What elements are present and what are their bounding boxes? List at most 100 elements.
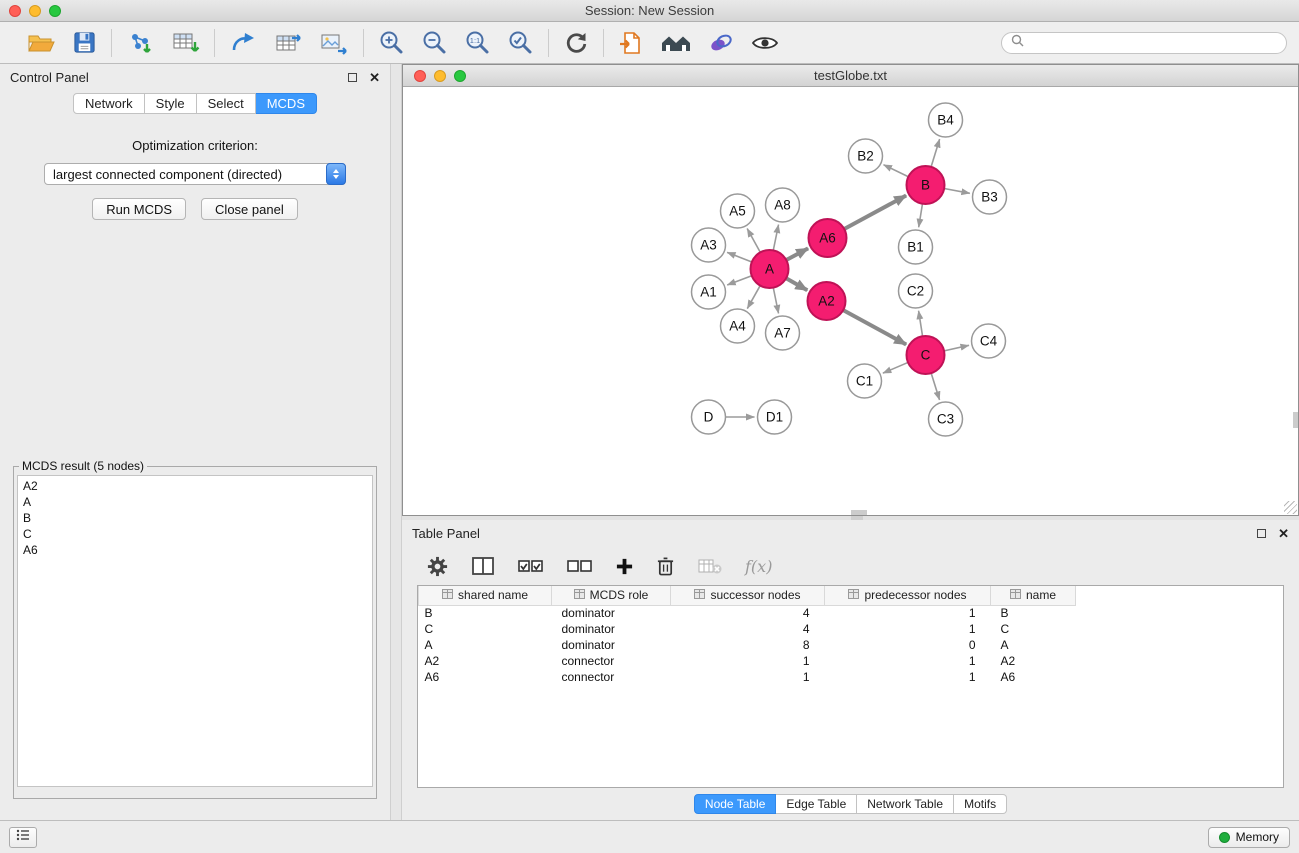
table-cell[interactable]: dominator — [552, 621, 671, 637]
edge-B-B3[interactable] — [944, 189, 970, 194]
table-cell[interactable]: connector — [552, 653, 671, 669]
edge-B-B4[interactable] — [931, 139, 940, 167]
tab-mcds[interactable]: MCDS — [256, 93, 317, 114]
mcds-result-list[interactable]: A2ABCA6 — [17, 475, 373, 787]
graph-node-C[interactable]: C — [907, 336, 945, 374]
delete-row-icon[interactable] — [656, 555, 675, 577]
graph-node-C3[interactable]: C3 — [929, 402, 963, 436]
zoom-in-icon[interactable] — [378, 29, 405, 56]
edge-C-C2[interactable] — [919, 311, 923, 336]
close-panel-icon[interactable]: ✕ — [369, 71, 380, 84]
function-builder-icon[interactable]: f(x) — [745, 557, 772, 576]
scrollbar-mark-bottom[interactable] — [851, 510, 867, 515]
table-cell[interactable]: 1 — [825, 621, 991, 637]
search-box[interactable] — [1001, 32, 1287, 54]
table-cell[interactable]: C — [419, 621, 552, 637]
graph-node-C4[interactable]: C4 — [972, 324, 1006, 358]
network-window-titlebar[interactable]: testGlobe.txt — [403, 65, 1298, 87]
table-cell[interactable]: B — [419, 605, 552, 621]
tab-style[interactable]: Style — [145, 93, 197, 114]
graph-node-A8[interactable]: A8 — [766, 188, 800, 222]
edge-A-A8[interactable] — [773, 225, 778, 251]
zoom-actual-icon[interactable]: 1:1 — [464, 29, 491, 56]
save-icon[interactable] — [72, 30, 97, 55]
close-window-button[interactable] — [9, 5, 21, 17]
deselect-all-icon[interactable] — [566, 556, 593, 576]
zoom-window-button[interactable] — [49, 5, 61, 17]
table-cell[interactable]: 1 — [671, 669, 825, 685]
table-row[interactable]: Bdominator41B — [419, 605, 1284, 621]
edge-A-A3[interactable] — [727, 252, 752, 262]
table-row[interactable]: Adominator80A — [419, 637, 1284, 653]
table-cell[interactable]: A6 — [419, 669, 552, 685]
edge-C-C4[interactable] — [944, 345, 969, 351]
graph-node-B2[interactable]: B2 — [849, 139, 883, 173]
edge-B-B2[interactable] — [884, 165, 909, 177]
tab-motifs[interactable]: Motifs — [954, 794, 1007, 814]
optimization-criterion-select[interactable]: largest connected component (directed) — [44, 163, 346, 185]
minimize-window-button[interactable] — [29, 5, 41, 17]
table-cell[interactable]: 0 — [825, 637, 991, 653]
table-row[interactable]: A6connector11A6 — [419, 669, 1284, 685]
graph-node-A6[interactable]: A6 — [809, 219, 847, 257]
graph-node-A[interactable]: A — [751, 250, 789, 288]
edge-A-A7[interactable] — [773, 288, 778, 314]
network-arrows-icon[interactable] — [229, 30, 257, 56]
edge-A-A1[interactable] — [727, 276, 752, 285]
mcds-result-item[interactable]: A2 — [23, 478, 367, 494]
graph-node-A2[interactable]: A2 — [808, 282, 846, 320]
float-panel-icon[interactable] — [348, 73, 357, 82]
refresh-icon[interactable] — [563, 30, 589, 56]
graph-node-A1[interactable]: A1 — [692, 275, 726, 309]
mcds-result-item[interactable]: B — [23, 510, 367, 526]
eye-icon[interactable] — [750, 31, 780, 55]
home-pair-icon[interactable] — [660, 30, 692, 56]
graph-node-C1[interactable]: C1 — [848, 364, 882, 398]
tab-network-table[interactable]: Network Table — [857, 794, 954, 814]
column-header-successor-nodes[interactable]: successor nodes — [671, 586, 825, 605]
edge-C-C1[interactable] — [883, 362, 908, 373]
gear-icon[interactable] — [426, 555, 449, 578]
image-export-icon[interactable] — [319, 30, 349, 56]
open-folder-icon[interactable] — [26, 30, 56, 56]
close-panel-button[interactable]: Close panel — [201, 198, 298, 220]
table-cell[interactable]: 1 — [825, 653, 991, 669]
table-cell[interactable]: dominator — [552, 605, 671, 621]
document-export-icon[interactable] — [618, 30, 644, 56]
table-cell[interactable]: C — [991, 621, 1076, 637]
edge-A6-B[interactable] — [844, 195, 906, 228]
table-cell[interactable]: 1 — [825, 669, 991, 685]
float-table-panel-icon[interactable] — [1257, 529, 1266, 538]
edge-A2-C[interactable] — [843, 310, 906, 344]
column-header-predecessor-nodes[interactable]: predecessor nodes — [825, 586, 991, 605]
graph-node-B4[interactable]: B4 — [929, 103, 963, 137]
add-row-icon[interactable] — [615, 557, 634, 576]
table-cell[interactable]: 1 — [671, 653, 825, 669]
select-all-icon[interactable] — [517, 556, 544, 576]
close-table-panel-icon[interactable]: ✕ — [1278, 527, 1289, 540]
mcds-result-item[interactable]: C — [23, 526, 367, 542]
table-row[interactable]: A2connector11A2 — [419, 653, 1284, 669]
network-minimize-button[interactable] — [434, 70, 446, 82]
search-input[interactable] — [1029, 35, 1277, 51]
resize-grip-icon[interactable] — [1284, 501, 1297, 514]
graph-node-D1[interactable]: D1 — [758, 400, 792, 434]
table-cell[interactable]: 8 — [671, 637, 825, 653]
table-cell[interactable]: B — [991, 605, 1076, 621]
table-cell[interactable]: 4 — [671, 621, 825, 637]
zoom-fit-icon[interactable] — [507, 29, 534, 56]
mcds-result-item[interactable]: A — [23, 494, 367, 510]
import-network-icon[interactable] — [126, 30, 154, 56]
edge-A-A2[interactable] — [786, 278, 807, 290]
graph-node-A3[interactable]: A3 — [692, 228, 726, 262]
zoom-out-icon[interactable] — [421, 29, 448, 56]
horizontal-splitter[interactable] — [402, 516, 1299, 520]
table-cell[interactable]: A2 — [991, 653, 1076, 669]
style-shapes-icon[interactable] — [708, 30, 734, 56]
network-canvas[interactable]: B4B2BB3A5A8A6A3B1AA1C2A2A4A7C4CC1C3DD1 — [403, 87, 1298, 515]
table-cell[interactable]: A2 — [419, 653, 552, 669]
edge-C-C3[interactable] — [931, 373, 939, 400]
graph-node-A7[interactable]: A7 — [766, 316, 800, 350]
column-header-shared-name[interactable]: shared name — [419, 586, 552, 605]
graph-node-A4[interactable]: A4 — [721, 309, 755, 343]
